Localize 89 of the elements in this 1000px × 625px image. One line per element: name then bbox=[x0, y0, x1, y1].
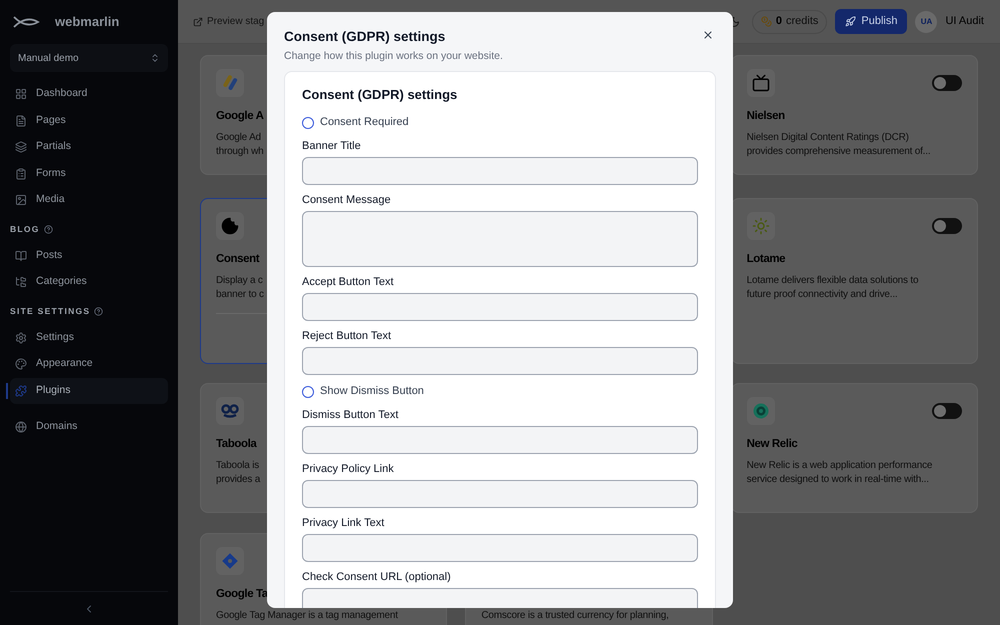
plugin-description: Lotame delivers flexible data solutions to bbox=[746, 274, 918, 288]
publish-button[interactable]: Publish bbox=[835, 9, 908, 34]
plugin-description: Google Tag Manager is a tag management bbox=[216, 609, 398, 623]
plugin-description: through wh bbox=[216, 145, 264, 159]
field-label: Consent Message bbox=[302, 192, 392, 208]
field-label: Dismiss Button Text bbox=[302, 408, 400, 422]
checkbox-label: Show Dismiss Button bbox=[320, 384, 424, 400]
plugin-title: Nielsen bbox=[746, 109, 785, 124]
field-label: Reject Button Text bbox=[302, 328, 392, 344]
tv-icon bbox=[752, 74, 770, 92]
nav-item[interactable]: Categories bbox=[10, 269, 168, 296]
dialog-subtitle: Change how this plugin works on your website. bbox=[284, 49, 503, 64]
external-link-icon bbox=[193, 16, 203, 26]
globe-icon bbox=[15, 421, 27, 434]
nav-item[interactable]: Domains bbox=[10, 414, 168, 440]
plugin-title: Taboola bbox=[216, 437, 256, 452]
input-field[interactable] bbox=[302, 156, 698, 184]
input-field[interactable] bbox=[302, 426, 698, 454]
puzzle-icon bbox=[15, 384, 27, 397]
plugin-description: service designed to work in real-time with... bbox=[746, 473, 929, 487]
text-area[interactable] bbox=[302, 210, 698, 266]
nav-item[interactable]: Appearance bbox=[10, 351, 168, 378]
input-field[interactable] bbox=[302, 588, 698, 608]
file-icon bbox=[15, 114, 27, 127]
field-label: Privacy Link Text bbox=[302, 516, 386, 530]
field-label: Privacy Policy Link bbox=[302, 462, 395, 476]
plugin-description: Taboola is bbox=[216, 459, 260, 473]
coins-icon bbox=[760, 16, 772, 27]
plugin-title: Consent bbox=[216, 252, 260, 267]
sunburst-icon bbox=[752, 217, 770, 235]
plugin-description: New Relic is a web application performance bbox=[746, 459, 932, 473]
toggle-switch[interactable] bbox=[932, 403, 962, 419]
credits-label: credits bbox=[786, 14, 818, 30]
plugin-description: future proof connectivity and drive... bbox=[746, 288, 898, 302]
input-field[interactable] bbox=[302, 292, 698, 320]
workspace-selector[interactable]: Manual demo bbox=[10, 44, 168, 72]
checkbox[interactable] bbox=[302, 386, 314, 398]
toggle-switch[interactable] bbox=[932, 218, 962, 234]
section-title: Consent (GDPR) settings bbox=[302, 86, 458, 104]
nav-item[interactable]: Dashboard bbox=[10, 81, 168, 108]
section-heading: BLOG bbox=[10, 223, 40, 236]
nav-item[interactable]: Forms bbox=[10, 160, 168, 187]
section-heading: SITE SETTINGS bbox=[10, 305, 90, 318]
input-field[interactable] bbox=[302, 534, 698, 562]
credits-count: 0 bbox=[776, 14, 782, 30]
help-icon bbox=[94, 307, 104, 316]
settings-icon bbox=[15, 332, 27, 344]
dialog-title: Consent (GDPR) settings bbox=[284, 28, 446, 46]
layers-icon bbox=[15, 141, 27, 154]
brand-name: webmarlin bbox=[55, 13, 120, 32]
field-label: Accept Button Text bbox=[302, 274, 395, 290]
ring-logo-icon bbox=[752, 402, 770, 420]
goggles-logo-icon bbox=[221, 404, 239, 418]
nav-item[interactable]: Media bbox=[10, 187, 168, 214]
close-button[interactable] bbox=[702, 29, 714, 41]
user-name: UI Audit bbox=[945, 14, 984, 30]
book-icon bbox=[15, 250, 27, 262]
grid-icon bbox=[15, 88, 27, 100]
plugin-title: New Relic bbox=[746, 437, 798, 452]
plugin-title: Lotame bbox=[746, 252, 786, 267]
nav-item[interactable]: Partials bbox=[10, 134, 168, 160]
plugin-title: Google A bbox=[216, 109, 264, 124]
close-icon bbox=[702, 29, 714, 41]
input-field[interactable] bbox=[302, 480, 698, 508]
plugin-description: Comscore is a trusted currency for planning, bbox=[481, 609, 669, 623]
checkbox-label: Consent Required bbox=[320, 115, 409, 130]
plugin-description: provides a bbox=[216, 473, 260, 487]
nav-item[interactable]: Pages bbox=[10, 108, 168, 134]
rocket-icon bbox=[845, 16, 856, 27]
cookie-icon bbox=[221, 217, 239, 235]
input-field[interactable] bbox=[302, 346, 698, 374]
palette-icon bbox=[15, 358, 27, 370]
checkbox[interactable] bbox=[302, 116, 314, 128]
nav-item[interactable]: Posts bbox=[10, 242, 168, 269]
plugin-description: Display a c bbox=[216, 274, 263, 288]
toggle-switch[interactable] bbox=[932, 75, 962, 91]
field-label: Banner Title bbox=[302, 138, 362, 154]
nav-item[interactable]: Settings bbox=[10, 324, 168, 351]
folder-tree-icon bbox=[15, 276, 27, 288]
field-label: Check Consent URL (optional) bbox=[302, 570, 452, 584]
plugin-description: banner to c bbox=[216, 288, 264, 302]
help-icon bbox=[44, 225, 53, 234]
clipboard-icon bbox=[15, 168, 27, 180]
plugin-description: provides comprehensive measurement of... bbox=[746, 145, 930, 159]
image-icon bbox=[15, 194, 27, 206]
bars-logo-icon bbox=[221, 75, 239, 91]
plugin-description: Nielsen Digital Content Ratings (DCR) bbox=[746, 131, 909, 145]
chevrons-icon bbox=[150, 53, 160, 63]
plugin-description: Google Ad bbox=[216, 131, 261, 145]
